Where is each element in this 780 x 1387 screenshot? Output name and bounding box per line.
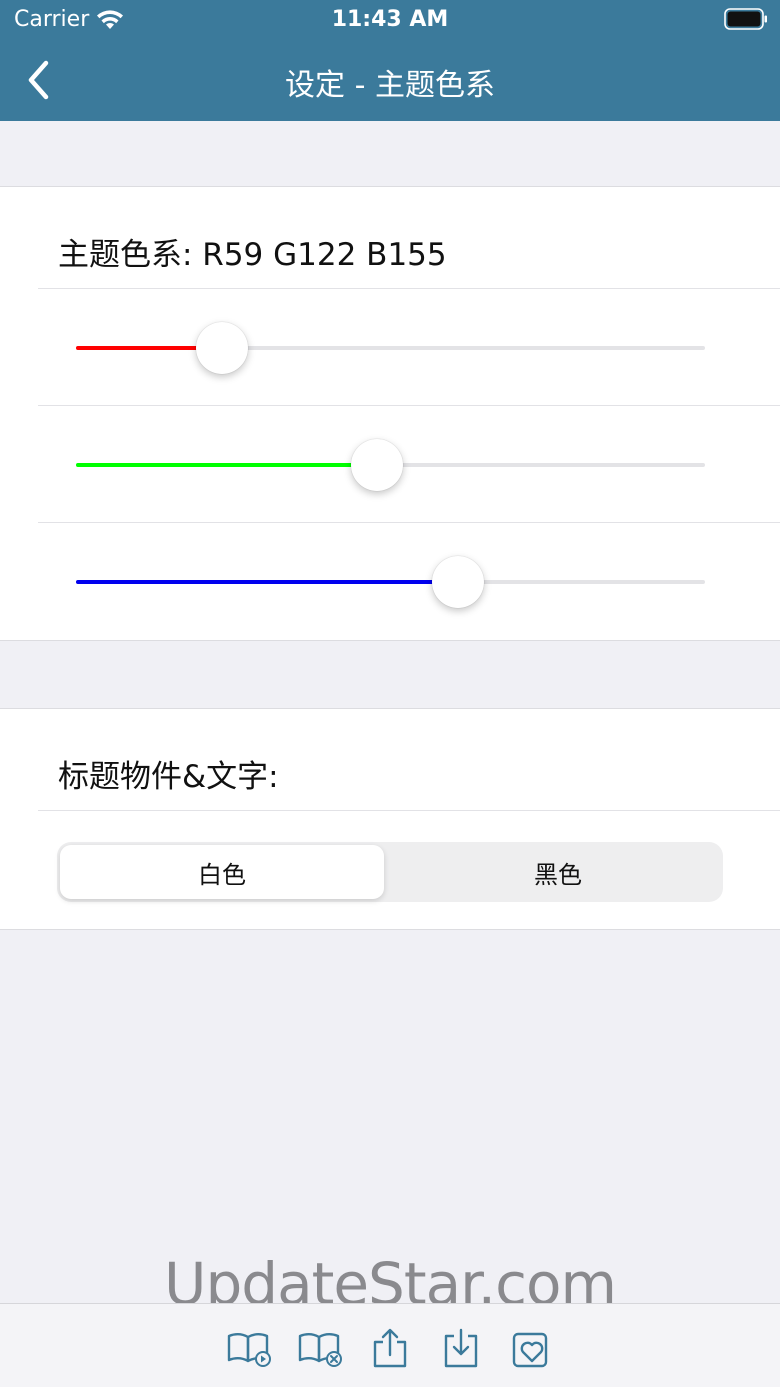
red-slider[interactable]	[76, 318, 705, 378]
battery-icon	[724, 8, 768, 30]
download-button[interactable]	[438, 1328, 484, 1368]
book-play-icon	[227, 1333, 271, 1367]
blue-slider[interactable]	[76, 552, 705, 612]
book-play-button[interactable]	[226, 1328, 272, 1368]
status-time: 11:43 AM	[331, 7, 449, 32]
slider-thumb[interactable]	[195, 322, 248, 374]
share-upload-icon	[373, 1328, 407, 1368]
page-title: 设定 - 主题色系	[285, 68, 495, 103]
bottom-toolbar	[0, 1303, 780, 1387]
share-button[interactable]	[367, 1328, 413, 1368]
header: Carrier 11:43 AM 设定 - 主题色系	[0, 0, 780, 121]
nav-bar: 设定 - 主题色系	[0, 40, 780, 121]
separator	[38, 405, 780, 406]
title-text-label: 标题物件&文字:	[58, 759, 279, 795]
slider-thumb[interactable]	[350, 439, 403, 491]
book-remove-icon	[298, 1333, 342, 1367]
title-color-segmented-control: 白色 黑色	[57, 842, 723, 902]
slider-fill	[76, 580, 459, 584]
download-icon	[444, 1328, 478, 1368]
separator	[38, 288, 780, 289]
green-slider[interactable]	[76, 435, 705, 495]
book-remove-button[interactable]	[297, 1328, 343, 1368]
theme-color-section: 主题色系: R59 G122 B155	[0, 186, 780, 641]
slider-fill	[76, 463, 377, 467]
favorite-heart-icon	[512, 1332, 548, 1368]
title-text-section: 标题物件&文字: 白色 黑色	[0, 708, 780, 930]
favorite-button[interactable]	[509, 1328, 555, 1368]
separator	[38, 522, 780, 523]
separator	[38, 810, 780, 811]
theme-color-label: 主题色系: R59 G122 B155	[58, 237, 447, 273]
status-bar: Carrier 11:43 AM	[0, 0, 780, 40]
segment-black[interactable]: 黑色	[396, 845, 720, 899]
segment-white[interactable]: 白色	[60, 845, 384, 899]
slider-thumb[interactable]	[432, 556, 485, 608]
